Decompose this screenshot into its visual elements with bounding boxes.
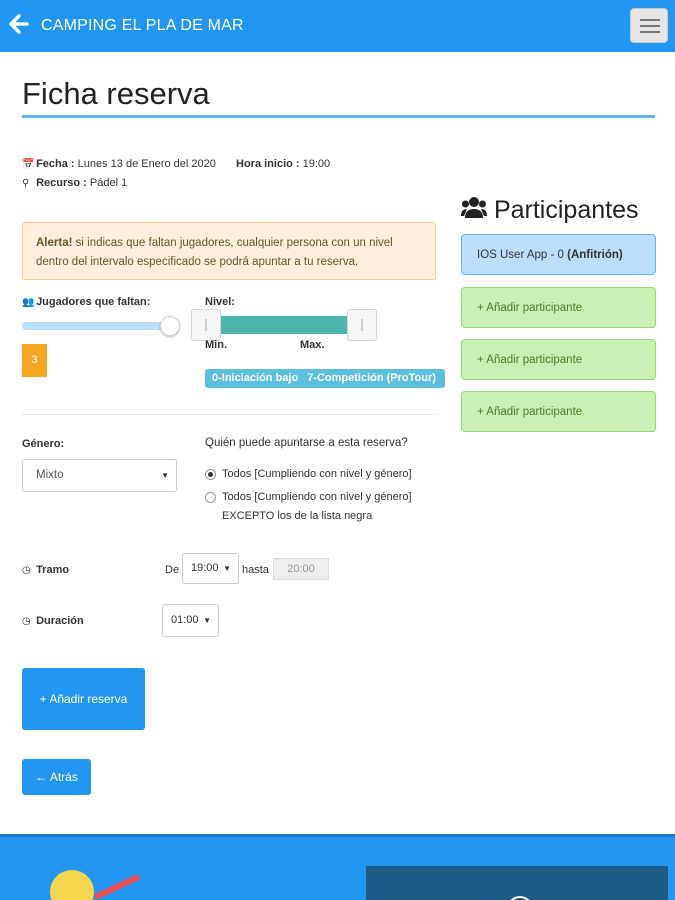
start-time-info: Hora inicio : 19:00	[236, 158, 330, 170]
page-title: Ficha reserva	[22, 76, 210, 111]
add-participant-button-1[interactable]: + Añadir participante	[461, 287, 656, 328]
host-role: (Anfitrión)	[567, 249, 623, 261]
recurso-label: Recurso :	[36, 177, 87, 189]
level-range-fill	[219, 316, 347, 334]
duracion-value: 01:00	[171, 614, 199, 626]
top-bar: CAMPING EL PLA DE MAR	[0, 0, 675, 52]
players-label-row: 👥 Jugadores que faltan:	[22, 296, 150, 308]
who-question: Quién puede apuntarse a esta reserva?	[205, 437, 408, 449]
gender-label: Género:	[22, 438, 65, 450]
level-max-handle[interactable]	[347, 309, 377, 341]
hasta-label: hasta	[242, 564, 269, 576]
add-reservation-button[interactable]: + Añadir reserva	[22, 668, 145, 730]
menu-line	[640, 25, 660, 27]
level-label: Nivel:	[205, 296, 235, 308]
radio-except-blacklist[interactable]	[205, 492, 216, 503]
participants-heading: Participantes	[461, 196, 638, 225]
section-divider	[22, 414, 436, 415]
host-name: IOS User App - 0	[477, 249, 564, 261]
fecha-value: Lunes 13 de Enero del 2020	[77, 158, 216, 170]
level-max-value: 7-Competición (ProTour)	[307, 372, 436, 384]
footer-map[interactable]	[366, 866, 668, 900]
duracion-select[interactable]: 01:00 ▼	[162, 604, 219, 637]
hora-label: Hora inicio :	[236, 158, 300, 170]
recurso-value: Pádel 1	[89, 177, 128, 189]
add-participant-button-2[interactable]: + Añadir participante	[461, 339, 656, 380]
tramo-to-field: 20:00	[273, 558, 329, 580]
de-label: De	[165, 564, 180, 576]
duracion-label-row: ◷ Duración	[22, 615, 84, 627]
radio-except-label-1: Todos [Cumpliendo con nivel y género]	[222, 491, 412, 503]
alert-text: si indicas que faltan jugadores, cualqui…	[36, 237, 393, 268]
back-arrow-icon[interactable]	[8, 13, 30, 37]
map-marker-icon: ⚲	[22, 178, 30, 189]
clock-icon: ◷	[22, 565, 31, 576]
level-min-value: 0-Iniciación bajo	[212, 372, 299, 384]
hamburger-menu-button[interactable]	[630, 8, 668, 43]
tramo-label: Tramo	[36, 564, 70, 576]
gender-select[interactable]: Mixto ▼	[22, 459, 177, 492]
resource-info: ⚲ Recurso : Pádel 1	[22, 177, 127, 189]
level-min-handle[interactable]	[191, 309, 221, 341]
duracion-label: Duración	[36, 615, 84, 627]
tramo-from-select[interactable]: 19:00 ▼	[182, 553, 239, 584]
level-min-caption: Min.	[205, 339, 227, 351]
participants-title: Participantes	[493, 196, 639, 224]
level-range-badge: 0-Iniciación bajo 7-Competición (ProTour)	[205, 369, 445, 388]
players-label: Jugadores que faltan:	[36, 296, 151, 308]
users-icon: 👥	[22, 297, 35, 308]
calendar-icon: 📅	[22, 159, 35, 170]
caret-down-icon: ▼	[203, 616, 211, 625]
caret-down-icon: ▼	[223, 564, 231, 573]
radio-all-label: Todos [Cumpliendo con nivel y género]	[222, 468, 412, 480]
users-icon	[461, 197, 487, 218]
arrow-left-icon	[9, 14, 29, 34]
radio-except-label-2: EXCEPTO los de la lista negra	[222, 510, 373, 522]
fecha-label: Fecha :	[36, 158, 75, 170]
gender-selected: Mixto	[36, 469, 64, 481]
clock-icon: ◷	[22, 616, 31, 627]
alert-box: Alerta! si indicas que faltan jugadores,…	[22, 222, 436, 280]
menu-line	[640, 31, 660, 33]
app-title: CAMPING EL PLA DE MAR	[41, 17, 244, 34]
title-underline	[22, 115, 655, 118]
back-button[interactable]: ← Atrás	[22, 759, 91, 795]
level-max-caption: Max.	[300, 339, 325, 351]
radio-all[interactable]	[205, 469, 216, 480]
players-value-badge: 3	[22, 344, 47, 377]
players-slider-track[interactable]	[22, 322, 170, 330]
tramo-label-row: ◷ Tramo	[22, 564, 69, 576]
date-info: 📅 Fecha : Lunes 13 de Enero del 2020	[22, 158, 216, 170]
add-participant-button-3[interactable]: + Añadir participante	[461, 391, 656, 432]
alert-strong: Alerta!	[36, 237, 73, 249]
menu-line	[640, 19, 660, 21]
hora-value: 19:00	[302, 158, 331, 170]
participant-host[interactable]: IOS User App - 0 (Anfitrión)	[461, 234, 656, 275]
tramo-from-value: 19:00	[191, 562, 219, 574]
players-slider-handle[interactable]	[160, 316, 180, 336]
caret-down-icon: ▼	[161, 471, 169, 480]
